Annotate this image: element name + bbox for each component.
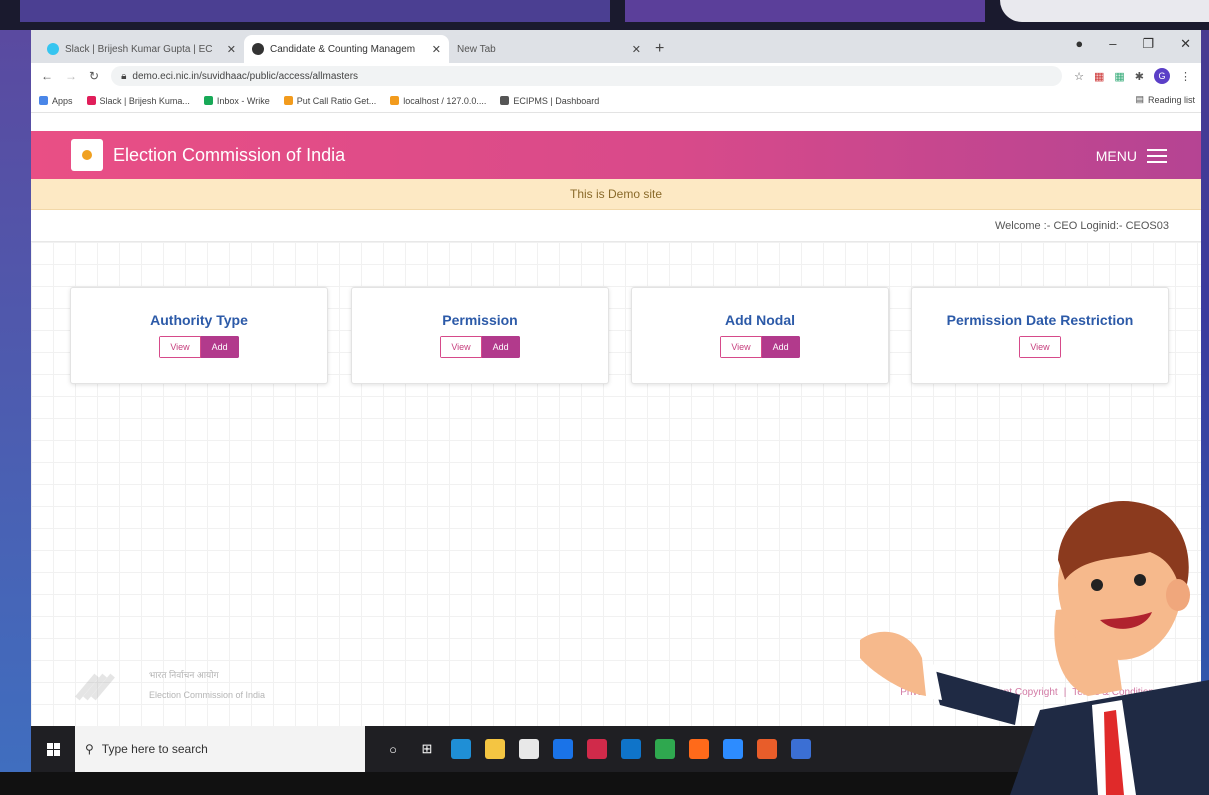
tab-title: Candidate & Counting Managem (270, 43, 416, 55)
card-add-nodal: Add Nodal View Add (631, 287, 889, 384)
browser-tab-active[interactable]: Candidate & Counting Managem ✕ (244, 35, 449, 63)
mail-icon[interactable] (621, 739, 641, 759)
forward-icon[interactable]: → (65, 69, 77, 83)
extensions-area: ☆ ▦ ▦ ✱ G ⋮ (1074, 68, 1191, 84)
site-title: Election Commission of India (113, 144, 346, 165)
tab-strip: Slack | Brijesh Kumar Gupta | EC ✕ Candi… (31, 30, 1201, 63)
task-view-icon[interactable]: ⊞ (417, 739, 437, 759)
bookmark-localhost[interactable]: localhost / 127.0.0.... (390, 96, 486, 106)
profile-avatar[interactable]: G (1154, 68, 1170, 84)
window-controls: ● – ❐ ✕ (1075, 36, 1191, 52)
card-title: Permission (442, 312, 518, 328)
close-icon[interactable]: ✕ (227, 43, 236, 56)
demo-site-banner: This is Demo site (31, 179, 1201, 210)
hamburger-icon (1147, 145, 1167, 167)
menu-button[interactable]: MENU (1096, 145, 1167, 167)
taskbar-apps: ○ ⊞ (383, 739, 811, 759)
app-doc-icon[interactable] (791, 739, 811, 759)
apps-grid-icon (39, 96, 48, 105)
eci-emblem-icon (75, 667, 116, 707)
pcr-icon (283, 96, 293, 105)
extension-icon[interactable]: ▦ (1094, 70, 1104, 83)
restore-icon[interactable]: ❐ (1142, 36, 1154, 52)
zoom-icon[interactable] (723, 739, 743, 759)
slack-icon (86, 96, 96, 105)
slide-frame-top (0, 0, 1209, 30)
bookmark-apps[interactable]: Apps (39, 96, 73, 106)
add-button[interactable]: Add (481, 336, 520, 358)
cortana-icon[interactable]: ○ (383, 739, 403, 759)
bookmark-slack[interactable]: Slack | Brijesh Kuma... (86, 96, 190, 106)
phpmyadmin-icon (390, 96, 400, 105)
edge-icon[interactable] (451, 739, 471, 759)
close-icon[interactable]: ✕ (632, 43, 641, 56)
slide-frame-left (0, 30, 31, 795)
view-button[interactable]: View (159, 336, 201, 358)
lock-icon: 🔒︎ (121, 70, 127, 82)
star-icon[interactable]: ☆ (1074, 70, 1084, 83)
reload-icon[interactable]: ↻ (89, 69, 99, 83)
card-authority-type: Authority Type View Add (70, 287, 328, 384)
view-button[interactable]: View (1019, 336, 1061, 358)
start-button[interactable] (31, 726, 75, 772)
logo-mark-icon (82, 150, 92, 160)
card-permission: Permission View Add (351, 287, 609, 384)
card-title: Add Nodal (725, 312, 795, 328)
presenter-character-illustration (860, 500, 1209, 795)
windows-icon (46, 742, 60, 756)
search-placeholder: Type here to search (101, 742, 208, 756)
bookmark-pcr[interactable]: Put Call Ratio Get... (283, 96, 376, 106)
welcome-text: Welcome :- CEO Loginid:- CEOS03 (31, 211, 1201, 242)
card-permission-date-restriction: Permission Date Restriction View (911, 287, 1169, 384)
url-text[interactable]: demo.eci.nic.in/suvidhaac/public/access/… (132, 71, 358, 82)
footer-org-name: भारत निर्वाचन आयोग Election Commission o… (149, 670, 266, 700)
app-blue-icon[interactable] (553, 739, 573, 759)
firefox-icon[interactable] (689, 739, 709, 759)
extension-icon[interactable]: ▦ (1114, 70, 1124, 83)
close-icon[interactable]: ✕ (432, 43, 441, 56)
app-red-icon[interactable] (587, 739, 607, 759)
puzzle-icon[interactable]: ✱ (1135, 70, 1144, 83)
address-bar-row: ← → ↻ 🔒︎ demo.eci.nic.in/suvidhaac/publi… (31, 63, 1201, 89)
reading-list-icon: ▤ (1135, 94, 1144, 104)
kebab-menu-icon[interactable]: ⋮ (1180, 70, 1191, 83)
add-button[interactable]: Add (761, 336, 800, 358)
menu-label: MENU (1095, 148, 1137, 164)
add-button[interactable]: Add (200, 336, 239, 358)
close-window-icon[interactable]: ✕ (1180, 36, 1191, 52)
bookmark-ecipms[interactable]: ECIPMS | Dashboard (500, 96, 599, 106)
view-button[interactable]: View (440, 336, 482, 358)
reading-list[interactable]: ▤ Reading list (1135, 94, 1195, 105)
dashboard-icon (500, 96, 510, 105)
view-button[interactable]: View (720, 336, 762, 358)
frame-band (1000, 0, 1209, 22)
chrome-icon[interactable] (655, 739, 675, 759)
frame-band (20, 0, 610, 22)
address-bar[interactable]: 🔒︎ demo.eci.nic.in/suvidhaac/public/acce… (111, 66, 1063, 86)
tab-title: Slack | Brijesh Kumar Gupta | EC (65, 43, 213, 55)
new-tab-icon[interactable]: + (655, 40, 664, 58)
site-favicon-icon (252, 43, 264, 55)
wrike-icon (203, 96, 213, 105)
eci-logo[interactable] (71, 139, 103, 171)
search-icon: ⚲ (85, 742, 94, 756)
card-title: Permission Date Restriction (946, 312, 1134, 328)
taskbar-search[interactable]: ⚲ Type here to search (75, 726, 365, 772)
slack-icon (47, 43, 59, 55)
file-explorer-icon[interactable] (485, 739, 505, 759)
tab-title: New Tab (457, 43, 496, 55)
frame-band (625, 0, 985, 22)
store-icon[interactable] (519, 739, 539, 759)
app-orange-icon[interactable] (757, 739, 777, 759)
back-icon[interactable]: ← (41, 69, 53, 83)
bookmark-wrike[interactable]: Inbox - Wrike (203, 96, 270, 106)
browser-tab[interactable]: Slack | Brijesh Kumar Gupta | EC ✕ (39, 35, 244, 63)
browser-tab[interactable]: New Tab ✕ (449, 35, 649, 63)
site-header: Election Commission of India MENU (31, 131, 1201, 179)
minimize-icon[interactable]: – (1109, 36, 1116, 52)
record-icon[interactable]: ● (1075, 36, 1083, 52)
card-title: Authority Type (150, 312, 248, 328)
bookmarks-bar: Apps Slack | Brijesh Kuma... Inbox - Wri… (31, 89, 1201, 113)
